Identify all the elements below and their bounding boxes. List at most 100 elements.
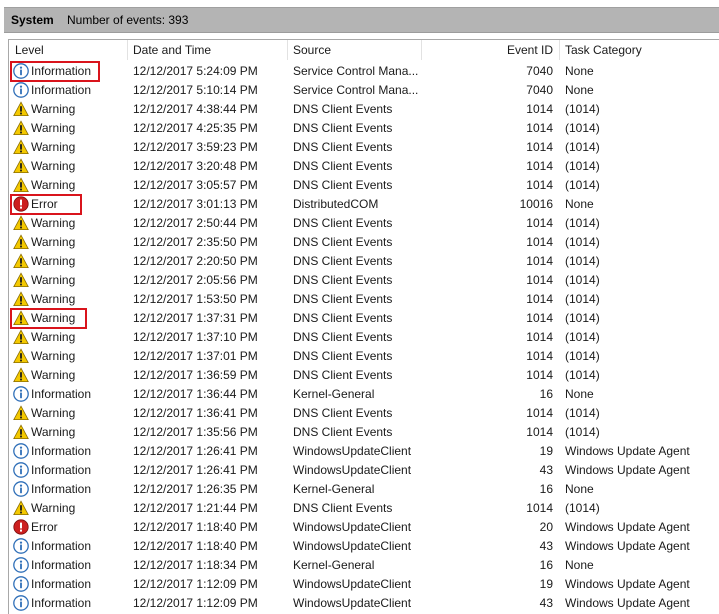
event-source: Kernel-General xyxy=(293,387,375,401)
event-level: Warning xyxy=(31,292,76,306)
event-task-category: (1014) xyxy=(565,178,600,192)
column-separator[interactable] xyxy=(127,40,128,60)
column-header-event-id[interactable]: Event ID xyxy=(427,40,553,60)
event-row[interactable]: Warning 12/12/2017 2:05:56 PM DNS Client E… xyxy=(9,271,719,290)
information-icon xyxy=(13,557,29,573)
event-source: WindowsUpdateClient xyxy=(293,463,412,477)
column-separator[interactable] xyxy=(421,40,422,60)
warning-icon xyxy=(13,367,29,383)
event-row[interactable]: Warning 12/12/2017 3:20:48 PM DNS Client E… xyxy=(9,157,719,176)
column-separator[interactable] xyxy=(287,40,288,60)
information-icon xyxy=(13,481,29,497)
event-source: DNS Client Events xyxy=(293,330,393,344)
event-id: 43 xyxy=(539,463,553,477)
event-row[interactable]: Warning 12/12/2017 1:35:56 PM DNS Client E… xyxy=(9,423,719,442)
column-separator[interactable] xyxy=(559,40,560,60)
event-source: DNS Client Events xyxy=(293,121,393,135)
event-row[interactable]: Information 12/12/2017 5:10:14 PM Service … xyxy=(9,81,719,100)
event-count: Number of events: 393 xyxy=(67,13,189,27)
warning-icon xyxy=(13,139,29,155)
event-date-time: 12/12/2017 5:10:14 PM xyxy=(133,83,258,97)
event-row[interactable]: Warning 12/12/2017 3:05:57 PM DNS Client E… xyxy=(9,176,719,195)
event-task-category: (1014) xyxy=(565,102,600,116)
warning-icon xyxy=(13,158,29,174)
event-task-category: (1014) xyxy=(565,254,600,268)
event-level: Error xyxy=(31,520,58,534)
event-row[interactable]: Warning 12/12/2017 1:37:31 PM DNS Client E… xyxy=(9,308,719,329)
event-row[interactable]: Information 12/12/2017 1:26:35 PM Kernel-G… xyxy=(9,480,719,499)
highlight-box xyxy=(10,308,87,329)
event-task-category: None xyxy=(565,197,594,211)
event-row[interactable]: Warning 12/12/2017 1:36:59 PM DNS Client E… xyxy=(9,366,719,385)
event-id: 1014 xyxy=(526,159,553,173)
column-headers: Level Date and Time Source Event ID Task… xyxy=(9,40,719,60)
warning-icon xyxy=(13,120,29,136)
event-task-category: None xyxy=(565,83,594,97)
event-row[interactable]: Warning 12/12/2017 2:20:50 PM DNS Client E… xyxy=(9,252,719,271)
event-id: 16 xyxy=(539,387,553,401)
event-id: 43 xyxy=(539,539,553,553)
event-row[interactable]: Information 12/12/2017 1:26:41 PM WindowsU… xyxy=(9,461,719,480)
event-date-time: 12/12/2017 1:37:10 PM xyxy=(133,330,258,344)
event-level: Warning xyxy=(31,425,76,439)
highlight-box xyxy=(10,194,82,215)
event-row[interactable]: Information 12/12/2017 1:26:41 PM WindowsU… xyxy=(9,442,719,461)
highlight-box xyxy=(10,61,100,82)
event-row[interactable]: Information 12/12/2017 1:12:09 PM WindowsU… xyxy=(9,575,719,594)
event-task-category: Windows Update Agent xyxy=(565,520,690,534)
column-header-level[interactable]: Level xyxy=(15,40,127,60)
column-header-date[interactable]: Date and Time xyxy=(133,40,287,60)
event-row[interactable]: Warning 12/12/2017 2:50:44 PM DNS Client E… xyxy=(9,214,719,233)
event-row[interactable]: Information 12/12/2017 1:36:44 PM Kernel-G… xyxy=(9,385,719,404)
event-source: DNS Client Events xyxy=(293,292,393,306)
event-row[interactable]: Warning 12/12/2017 1:36:41 PM DNS Client E… xyxy=(9,404,719,423)
event-source: Service Control Mana... xyxy=(293,83,419,97)
event-level: Warning xyxy=(31,216,76,230)
event-id: 7040 xyxy=(526,64,553,78)
event-task-category: (1014) xyxy=(565,425,600,439)
warning-icon xyxy=(13,291,29,307)
event-row[interactable]: Warning 12/12/2017 2:35:50 PM DNS Client E… xyxy=(9,233,719,252)
event-id: 16 xyxy=(539,558,553,572)
event-row[interactable]: Warning 12/12/2017 1:37:10 PM DNS Client E… xyxy=(9,328,719,347)
event-task-category: (1014) xyxy=(565,273,600,287)
event-row[interactable]: Warning 12/12/2017 1:37:01 PM DNS Client E… xyxy=(9,347,719,366)
warning-icon xyxy=(13,348,29,364)
event-id: 1014 xyxy=(526,368,553,382)
event-date-time: 12/12/2017 1:36:44 PM xyxy=(133,387,258,401)
event-id: 1014 xyxy=(526,140,553,154)
event-row[interactable]: Warning 12/12/2017 1:53:50 PM DNS Client E… xyxy=(9,290,719,309)
event-row[interactable]: Warning 12/12/2017 1:21:44 PM DNS Client E… xyxy=(9,499,719,518)
event-level: Warning xyxy=(31,140,76,154)
information-icon xyxy=(13,576,29,592)
event-task-category: None xyxy=(565,387,594,401)
event-source: DNS Client Events xyxy=(293,501,393,515)
event-level: Information xyxy=(31,463,92,477)
event-row[interactable]: Information 12/12/2017 1:18:34 PM Kernel-G… xyxy=(9,556,719,575)
event-row[interactable]: Warning 12/12/2017 3:59:23 PM DNS Client E… xyxy=(9,138,719,157)
event-row[interactable]: Error 12/12/2017 1:18:40 PM WindowsUpdateC… xyxy=(9,518,719,537)
event-source: DNS Client Events xyxy=(293,254,393,268)
event-task-category: None xyxy=(565,558,594,572)
event-row[interactable]: Information 12/12/2017 1:18:40 PM WindowsU… xyxy=(9,537,719,556)
event-row[interactable]: Warning 12/12/2017 4:25:35 PM DNS Client E… xyxy=(9,119,719,138)
column-header-source[interactable]: Source xyxy=(293,40,421,60)
event-id: 1014 xyxy=(526,216,553,230)
event-row[interactable]: Information 12/12/2017 1:12:09 PM WindowsU… xyxy=(9,594,719,613)
event-task-category: None xyxy=(565,482,594,496)
event-level: Warning xyxy=(31,330,76,344)
event-viewer-window: System Number of events: 393 Level Date … xyxy=(0,0,719,614)
event-row[interactable]: Warning 12/12/2017 4:38:44 PM DNS Client E… xyxy=(9,100,719,119)
event-source: DNS Client Events xyxy=(293,406,393,420)
event-row[interactable]: Error 12/12/2017 3:01:13 PM DistributedCOM… xyxy=(9,194,719,215)
event-id: 19 xyxy=(539,444,553,458)
event-date-time: 12/12/2017 1:53:50 PM xyxy=(133,292,258,306)
event-id: 1014 xyxy=(526,121,553,135)
column-header-task-category[interactable]: Task Category xyxy=(565,40,715,60)
event-task-category: Windows Update Agent xyxy=(565,539,690,553)
event-task-category: (1014) xyxy=(565,368,600,382)
event-row[interactable]: Information 12/12/2017 5:24:09 PM Service … xyxy=(9,61,719,82)
event-date-time: 12/12/2017 1:12:09 PM xyxy=(133,577,258,591)
event-id: 1014 xyxy=(526,178,553,192)
warning-icon xyxy=(13,215,29,231)
